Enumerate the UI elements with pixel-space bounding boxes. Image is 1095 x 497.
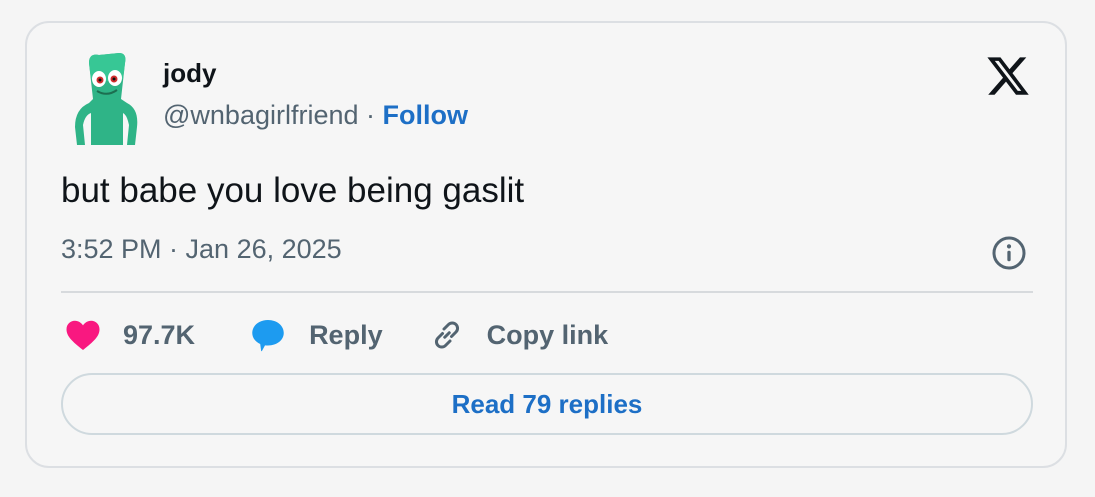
reply-label: Reply [309, 319, 383, 350]
copy-link-button[interactable]: Copy link [429, 317, 609, 353]
reply-button[interactable]: Reply [249, 317, 383, 353]
divider [61, 291, 1033, 293]
like-count: 97.7K [123, 319, 196, 350]
speech-bubble-icon [252, 320, 284, 352]
x-logo-icon[interactable] [985, 53, 1031, 99]
heart-icon [66, 320, 100, 350]
copy-link-label: Copy link [486, 319, 609, 350]
tweet-timestamp[interactable]: 3:52 PM · Jan 26, 2025 [61, 234, 342, 265]
author-handle[interactable]: @wnbagirlfriend [163, 100, 359, 130]
link-icon [434, 321, 459, 349]
tweet-text: but babe you love being gaslit [61, 171, 525, 210]
author-handle-line: @wnbagirlfriend · Follow [163, 100, 468, 131]
follow-button[interactable]: Follow [383, 100, 468, 130]
tweet-card: jody @wnbagirlfriend · Follow but babe y… [25, 21, 1067, 468]
avatar[interactable] [69, 49, 145, 145]
read-replies-button[interactable]: Read 79 replies [61, 373, 1033, 435]
info-icon[interactable] [991, 235, 1027, 271]
action-bar: 97.7K Reply Copy link [65, 313, 608, 357]
like-button[interactable]: 97.7K [65, 318, 195, 352]
separator-dot: · [366, 100, 376, 130]
author-name[interactable]: jody [163, 58, 216, 89]
